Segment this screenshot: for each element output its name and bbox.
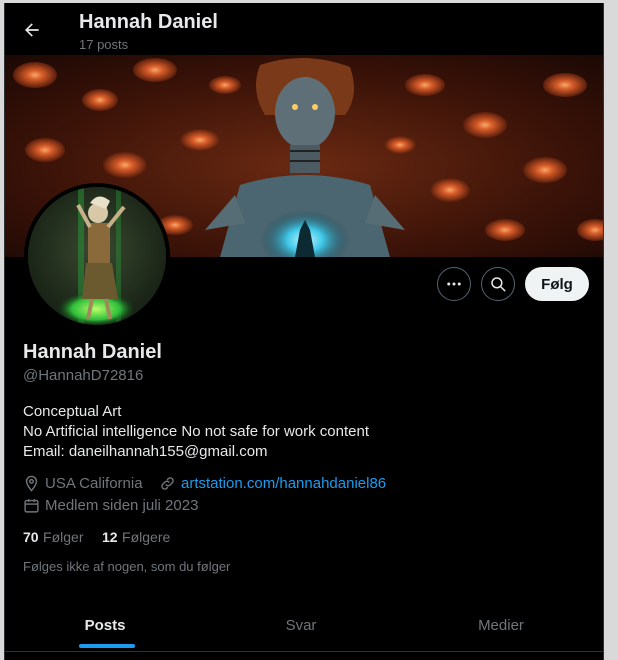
link-icon bbox=[161, 477, 174, 490]
back-button[interactable] bbox=[15, 13, 49, 47]
tabs-divider bbox=[5, 651, 603, 652]
bio-line: No Artificial intelligence No not safe f… bbox=[23, 423, 370, 440]
search-icon bbox=[491, 277, 506, 292]
bio-line: Email: daneilhannah155@gmail.com bbox=[23, 443, 268, 460]
tab-replies[interactable]: Svar bbox=[205, 601, 397, 649]
location-text: USA California bbox=[45, 475, 143, 492]
followers-count: 12 bbox=[102, 529, 118, 545]
tab-label: Medier bbox=[478, 616, 524, 634]
followed-by-note: Følges ikke af nogen, som du følger bbox=[23, 559, 231, 574]
tab-label: Posts bbox=[84, 616, 126, 634]
search-button[interactable] bbox=[481, 267, 515, 301]
profile-website[interactable]: artstation.com/hannahdaniel86 bbox=[159, 475, 386, 492]
follow-button[interactable]: Følg bbox=[525, 267, 589, 301]
location-icon bbox=[25, 475, 38, 492]
tab-media[interactable]: Medier bbox=[397, 601, 603, 649]
bio-line: Conceptual Art bbox=[23, 403, 122, 420]
header-post-count: 17 posts bbox=[79, 37, 129, 52]
followers-label: Følgere bbox=[122, 529, 171, 545]
profile-name: Hannah Daniel bbox=[23, 341, 162, 363]
website-link[interactable]: artstation.com/hannahdaniel86 bbox=[181, 475, 386, 492]
following-label: Følger bbox=[43, 529, 84, 545]
joined-text: Medlem siden juli 2023 bbox=[45, 497, 199, 514]
avatar[interactable] bbox=[24, 183, 170, 329]
tab-posts[interactable]: Posts bbox=[5, 601, 205, 649]
header-title: Hannah Daniel bbox=[79, 11, 218, 33]
calendar-icon bbox=[24, 499, 39, 513]
profile-location: USA California bbox=[23, 475, 143, 492]
more-button[interactable] bbox=[437, 267, 471, 301]
following-link[interactable]: 70 Følger bbox=[23, 529, 83, 547]
more-icon bbox=[447, 282, 461, 286]
following-count: 70 bbox=[23, 529, 39, 545]
profile-handle: @HannahD72816 bbox=[23, 367, 144, 384]
back-arrow-icon bbox=[25, 23, 39, 37]
profile-page: Hannah Daniel 17 posts Følg Hannah Danie… bbox=[4, 3, 604, 660]
tab-label: Svar bbox=[285, 616, 317, 634]
profile-joined: Medlem siden juli 2023 bbox=[23, 497, 198, 514]
followers-link[interactable]: 12 Følgere bbox=[102, 529, 170, 547]
active-tab-indicator bbox=[79, 644, 135, 648]
